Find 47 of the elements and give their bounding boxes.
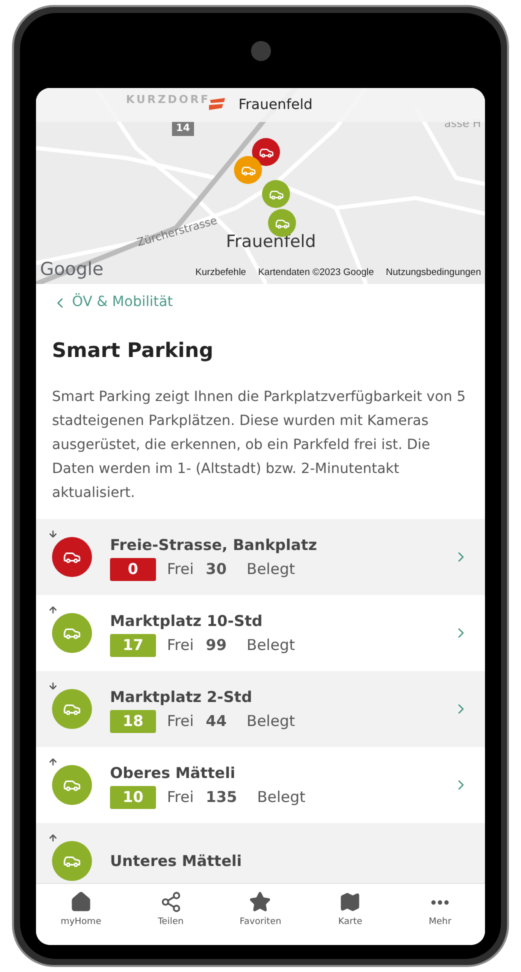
map-label: Frauenfeld [226,231,316,254]
google-logo: Google [40,258,104,282]
map-link[interactable]: Nutzungsbedingungen [386,266,481,280]
map-link[interactable]: Kartendaten ©2023 Google [258,266,374,280]
free-label: Frei [167,711,194,732]
occupied-label: Belegt [246,559,295,580]
parking-name: Freie-Strasse, Bankplatz [110,534,318,556]
parking-row[interactable]: Freie-Strasse, Bankplatz 0 Frei 30 Belegt [36,519,485,595]
parking-row[interactable]: Marktplatz 2-Std 18 Frei 44 Belegt [36,671,485,747]
free-count: 17 [110,634,156,656]
page-title: Smart Parking [51,337,214,364]
app-logo-icon [208,98,226,112]
parking-name: Marktplatz 10-Std [110,610,264,632]
free-label: Frei [167,559,194,580]
map-label: KURZDORF [126,92,210,108]
occupied-count: 135 [206,787,238,808]
nav-tab[interactable]: Karte [305,884,396,937]
free-count: 10 [110,786,156,808]
nav-tab[interactable]: Mehr [395,884,485,937]
occupied-label: Belegt [246,635,295,656]
occupied-count: 44 [206,711,227,732]
parking-name: Oberes Mätteli [110,762,236,784]
nav-tab[interactable]: Favoriten [216,884,306,937]
occupied-label: Belegt [257,787,306,808]
description-text: Smart Parking zeigt Ihnen die Parkplatzverfügbarkeit von 5 stadteigenen Parkplätzen. Diese wurden mit Kameras ausgerüstet, die erkennen, ob ein Parkfeld frei ist. Die Daten werden im 1- (Altstadt) bzw. 2-Minutentakt aktualisiert. [51,388,467,503]
occupied-count: 30 [206,559,227,580]
map-label: 14 [172,121,194,136]
free-count: 0 [110,558,156,580]
parking-name: Unteres Mätteli [110,850,243,872]
map-link[interactable]: Kurzbefehle [195,266,246,280]
more-icon [431,900,450,905]
star-icon [249,891,272,914]
home-icon [70,891,92,914]
parking-name: Marktplatz 2-Std [110,686,254,708]
parking-row[interactable]: Unteres Mätteli [36,823,485,883]
nav-tab[interactable]: myHome [36,884,126,937]
header-title: Frauenfeld [238,96,313,114]
share-icon [160,891,182,914]
camera-icon [250,40,270,60]
free-count: 18 [110,710,156,732]
nav-tab[interactable]: Teilen [126,884,216,937]
free-label: Frei [167,787,194,808]
free-label: Frei [167,635,194,656]
occupied-count: 99 [206,635,227,656]
occupied-label: Belegt [246,711,295,732]
map-icon [339,891,362,914]
map-label: asse H [444,116,481,132]
